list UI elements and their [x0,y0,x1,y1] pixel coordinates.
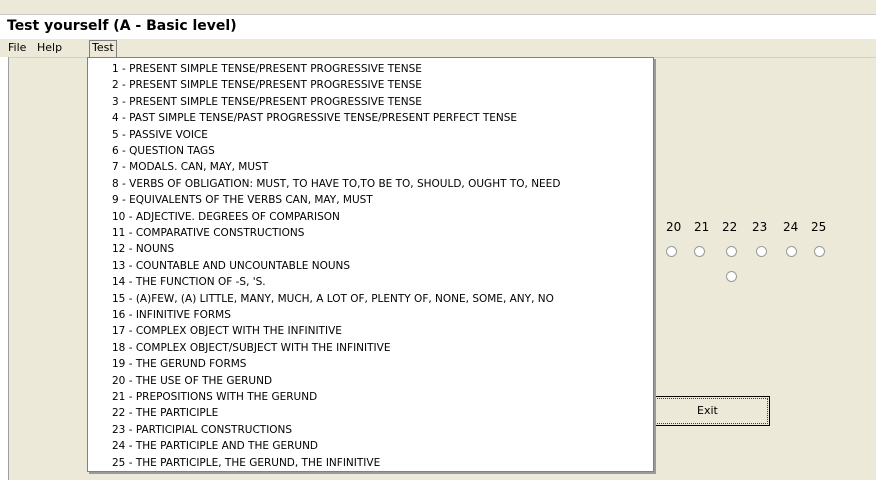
question-number-24: 24 [783,220,799,234]
test-menu-item-5[interactable]: 5 - PASSIVE VOICE [112,127,208,144]
test-menu-item-23[interactable]: 23 - PARTICIPIAL CONSTRUCTIONS [112,422,292,439]
test-menu-item-4[interactable]: 4 - PAST SIMPLE TENSE/PAST PROGRESSIVE T… [112,110,517,127]
menu-file[interactable]: File [6,41,28,54]
test-menu-item-9[interactable]: 9 - EQUIVALENTS OF THE VERBS CAN, MAY, M… [112,192,373,209]
menu-test[interactable]: Test [89,40,117,57]
answer-radio-23[interactable] [756,246,767,257]
answer-radio-22b[interactable] [726,271,737,282]
test-menu-item-22[interactable]: 22 - THE PARTICIPLE [112,405,218,422]
test-menu-item-12[interactable]: 12 - NOUNS [112,241,174,258]
question-number-23: 23 [752,220,768,234]
test-menu-item-8[interactable]: 8 - VERBS OF OBLIGATION: MUST, TO HAVE T… [112,176,560,193]
answer-radio-21[interactable] [694,246,705,257]
test-menu-item-13[interactable]: 13 - COUNTABLE AND UNCOUNTABLE NOUNS [112,258,350,275]
exit-button-label: Exit [697,404,718,417]
test-menu-item-6[interactable]: 6 - QUESTION TAGS [112,143,215,160]
window-top-edge [0,0,876,14]
test-menu-item-10[interactable]: 10 - ADJECTIVE. DEGREES OF COMPARISON [112,209,340,226]
test-menu-item-7[interactable]: 7 - MODALS. CAN, MAY, MUST [112,159,268,176]
test-menu-item-17[interactable]: 17 - COMPLEX OBJECT WITH THE INFINITIVE [112,323,342,340]
question-number-21: 21 [694,220,710,234]
menu-help[interactable]: Help [35,41,64,54]
title-bar: Test yourself (A - Basic level) [0,14,876,39]
test-menu-item-24[interactable]: 24 - THE PARTICIPLE AND THE GERUND [112,438,318,455]
test-menu-item-3[interactable]: 3 - PRESENT SIMPLE TENSE/PRESENT PROGRES… [112,94,422,111]
question-number-25: 25 [811,220,827,234]
test-menu-item-20[interactable]: 20 - THE USE OF THE GERUND [112,373,272,390]
question-number-20: 20 [666,220,682,234]
answer-radio-24[interactable] [786,246,797,257]
answer-radio-20[interactable] [666,246,677,257]
test-menu-item-21[interactable]: 21 - PREPOSITIONS WITH THE GERUND [112,389,317,406]
app-window: Test yourself (A - Basic level) File Hel… [0,0,876,480]
test-menu-item-25[interactable]: 25 - THE PARTICIPLE, THE GERUND, THE INF… [112,455,380,472]
answer-radio-25[interactable] [814,246,825,257]
test-menu-item-1[interactable]: 1 - PRESENT SIMPLE TENSE/PRESENT PROGRES… [112,61,422,78]
test-dropdown-menu: 1 - PRESENT SIMPLE TENSE/PRESENT PROGRES… [87,57,654,472]
exit-button[interactable]: Exit [652,396,770,426]
test-menu-item-2[interactable]: 2 - PRESENT SIMPLE TENSE/PRESENT PROGRES… [112,77,422,94]
test-menu-item-19[interactable]: 19 - THE GERUND FORMS [112,356,246,373]
answer-radio-22[interactable] [726,246,737,257]
window-title: Test yourself (A - Basic level) [7,18,237,34]
left-border-strip [0,57,9,480]
menu-bar: File Help Test [0,39,876,58]
test-menu-item-14[interactable]: 14 - THE FUNCTION OF -S, 'S. [112,274,266,291]
test-menu-item-15[interactable]: 15 - (A)FEW, (A) LITTLE, MANY, MUCH, A L… [112,291,554,308]
question-number-22: 22 [722,220,738,234]
test-menu-item-16[interactable]: 16 - INFINITIVE FORMS [112,307,231,324]
test-menu-item-18[interactable]: 18 - COMPLEX OBJECT/SUBJECT WITH THE INF… [112,340,390,357]
test-menu-item-11[interactable]: 11 - COMPARATIVE CONSTRUCTIONS [112,225,304,242]
